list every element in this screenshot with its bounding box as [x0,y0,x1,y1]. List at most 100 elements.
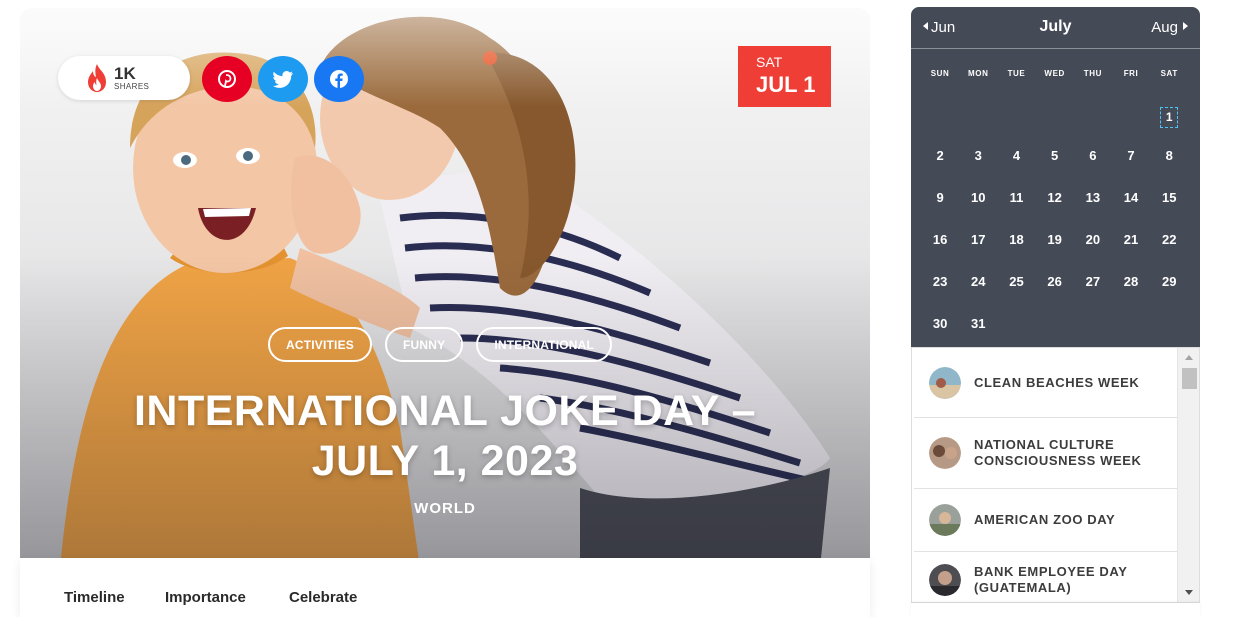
weekday-sun: SUN [930,69,950,78]
calendar-day[interactable]: 18 [997,233,1035,275]
calendar-empty-cell [1036,107,1074,149]
weekday-thu: THU [1083,69,1102,78]
calendar-day[interactable]: 4 [997,149,1035,191]
calendar-day-number: 29 [1161,274,1177,289]
calendar-day[interactable]: 27 [1074,275,1112,317]
shares-counter[interactable]: 1K SHARES [58,56,190,100]
calendar-week-row: 2 3 4 5 6 7 8 [921,149,1188,191]
tag-list: ACTIVITIES FUNNY INTERNATIONAL [20,327,870,362]
calendar-day-number: 19 [1047,232,1062,247]
calendar-day-number: 17 [971,232,986,247]
calendar-day[interactable]: 3 [959,149,997,191]
calendar-day-number: 27 [1085,274,1101,289]
event-name: BANK EMPLOYEE DAY (GUATEMALA) [974,564,1128,595]
calendar-day[interactable]: 6 [1074,149,1112,191]
calendar-empty-cell [1112,107,1150,149]
calendar-day[interactable]: 17 [959,233,997,275]
calendar-day[interactable]: 28 [1112,275,1150,317]
calendar-day-number: 24 [971,274,986,289]
calendar-day[interactable]: 16 [921,233,959,275]
weekday-tue: TUE [1007,69,1026,78]
calendar-day[interactable]: 29 [1150,275,1188,317]
calendar-day-number: 23 [932,274,948,289]
shares-label: SHARES [114,82,150,91]
calendar-day[interactable]: 19 [1036,233,1074,275]
calendar-day-number: 4 [1012,148,1021,163]
calendar-day[interactable]: 24 [959,275,997,317]
facebook-share-button[interactable] [314,56,364,102]
next-month-button[interactable]: Aug [1151,19,1188,36]
tab-celebrate[interactable]: Celebrate [289,589,357,606]
calendar-day[interactable]: 13 [1074,191,1112,233]
page-title-line-2: JULY 1, 2023 [311,437,579,485]
calendar-day-number: 3 [974,148,982,163]
calendar-day[interactable]: 25 [997,275,1035,317]
calendar-day[interactable]: 23 [921,275,959,317]
calendar-days: 1 2 3 4 5 6 7 8 9 10 11 12 13 14 15 16 17 18 19 20 21 22 23 24 2… [921,107,1188,359]
calendar-day[interactable]: 10 [959,191,997,233]
calendar-week-row: 9 10 11 12 13 14 15 [921,191,1188,233]
twitter-share-button[interactable] [258,56,308,102]
calendar-day-number: 2 [936,148,944,163]
event-list-scrollbar[interactable] [1177,348,1199,602]
scroll-thumb[interactable] [1182,368,1197,389]
weekday-wed: WED [1044,69,1065,78]
calendar-day[interactable]: 22 [1150,233,1188,275]
scroll-up-arrow-icon[interactable] [1185,355,1193,360]
tab-timeline[interactable]: Timeline [64,589,125,606]
event-name: AMERICAN ZOO DAY [974,512,1116,527]
calendar-day[interactable]: 20 [1074,233,1112,275]
calendar-day-number: 26 [1047,274,1062,289]
calendar-day[interactable]: 9 [921,191,959,233]
calendar-day[interactable]: 8 [1150,149,1188,191]
event-thumbnail [929,437,961,469]
calendar-widget: Jun July Aug SUN MON TUE WED THU FRI SAT… [911,7,1200,347]
hero-banner: 1K SHARES SAT JUL 1 ACTIVITIES FUNNY INT… [20,8,870,558]
calendar-day[interactable]: 12 [1036,191,1074,233]
pinterest-share-button[interactable] [202,56,252,102]
calendar-day[interactable]: 11 [997,191,1035,233]
list-item[interactable]: CLEAN BEACHES WEEK [914,348,1177,418]
list-item[interactable]: BANK EMPLOYEE DAY (GUATEMALA) [914,552,1177,602]
weekday-mon: MON [968,69,989,78]
calendar-day-number: 31 [971,316,986,331]
calendar-day-number: 7 [1127,148,1135,163]
chevron-right-icon [1183,22,1188,30]
weekday-fri: FRI [1123,69,1139,78]
calendar-day[interactable]: 15 [1150,191,1188,233]
calendar-day[interactable]: 7 [1112,149,1150,191]
calendar-empty-cell [921,107,959,149]
tag-international[interactable]: INTERNATIONAL [476,327,613,362]
calendar-day[interactable]: 1 [1150,107,1188,149]
category-link[interactable]: WORLD [20,500,870,517]
tag-funny[interactable]: FUNNY [384,327,464,362]
calendar-header: Jun July Aug [911,7,1200,49]
tab-importance[interactable]: Importance [165,589,246,606]
scroll-down-arrow-icon[interactable] [1185,590,1193,595]
calendar-day-number: 14 [1123,190,1139,205]
event-list: CLEAN BEACHES WEEK NATIONAL CULTURE CONS… [911,347,1200,603]
calendar-day-number: 16 [932,232,948,247]
calendar-day-number: 8 [1165,148,1173,163]
tag-activities[interactable]: ACTIVITIES [267,327,372,362]
calendar-week-row: 23 24 25 26 27 28 29 [921,275,1188,317]
calendar-day[interactable]: 2 [921,149,959,191]
pinterest-icon [218,70,236,88]
content-tabs: Timeline Importance Celebrate [20,558,870,617]
calendar-week-row: 1 [921,107,1188,149]
calendar-day[interactable]: 21 [1112,233,1150,275]
calendar-day-number: 5 [1051,148,1059,163]
flame-icon [88,64,106,92]
calendar-day-number: 25 [1009,274,1024,289]
list-item[interactable]: AMERICAN ZOO DAY [914,489,1177,552]
calendar-day-number: 22 [1161,232,1177,247]
calendar-day-number: 21 [1123,232,1139,247]
sidebar-next-section [911,603,1200,617]
calendar-day-number: 12 [1047,190,1062,205]
calendar-day[interactable]: 5 [1036,149,1074,191]
calendar-day[interactable]: 26 [1036,275,1074,317]
date-badge: SAT JUL 1 [738,46,831,107]
list-item[interactable]: NATIONAL CULTURE CONSCIOUSNESS WEEK [914,418,1177,489]
calendar-empty-cell [959,107,997,149]
calendar-day[interactable]: 14 [1112,191,1150,233]
